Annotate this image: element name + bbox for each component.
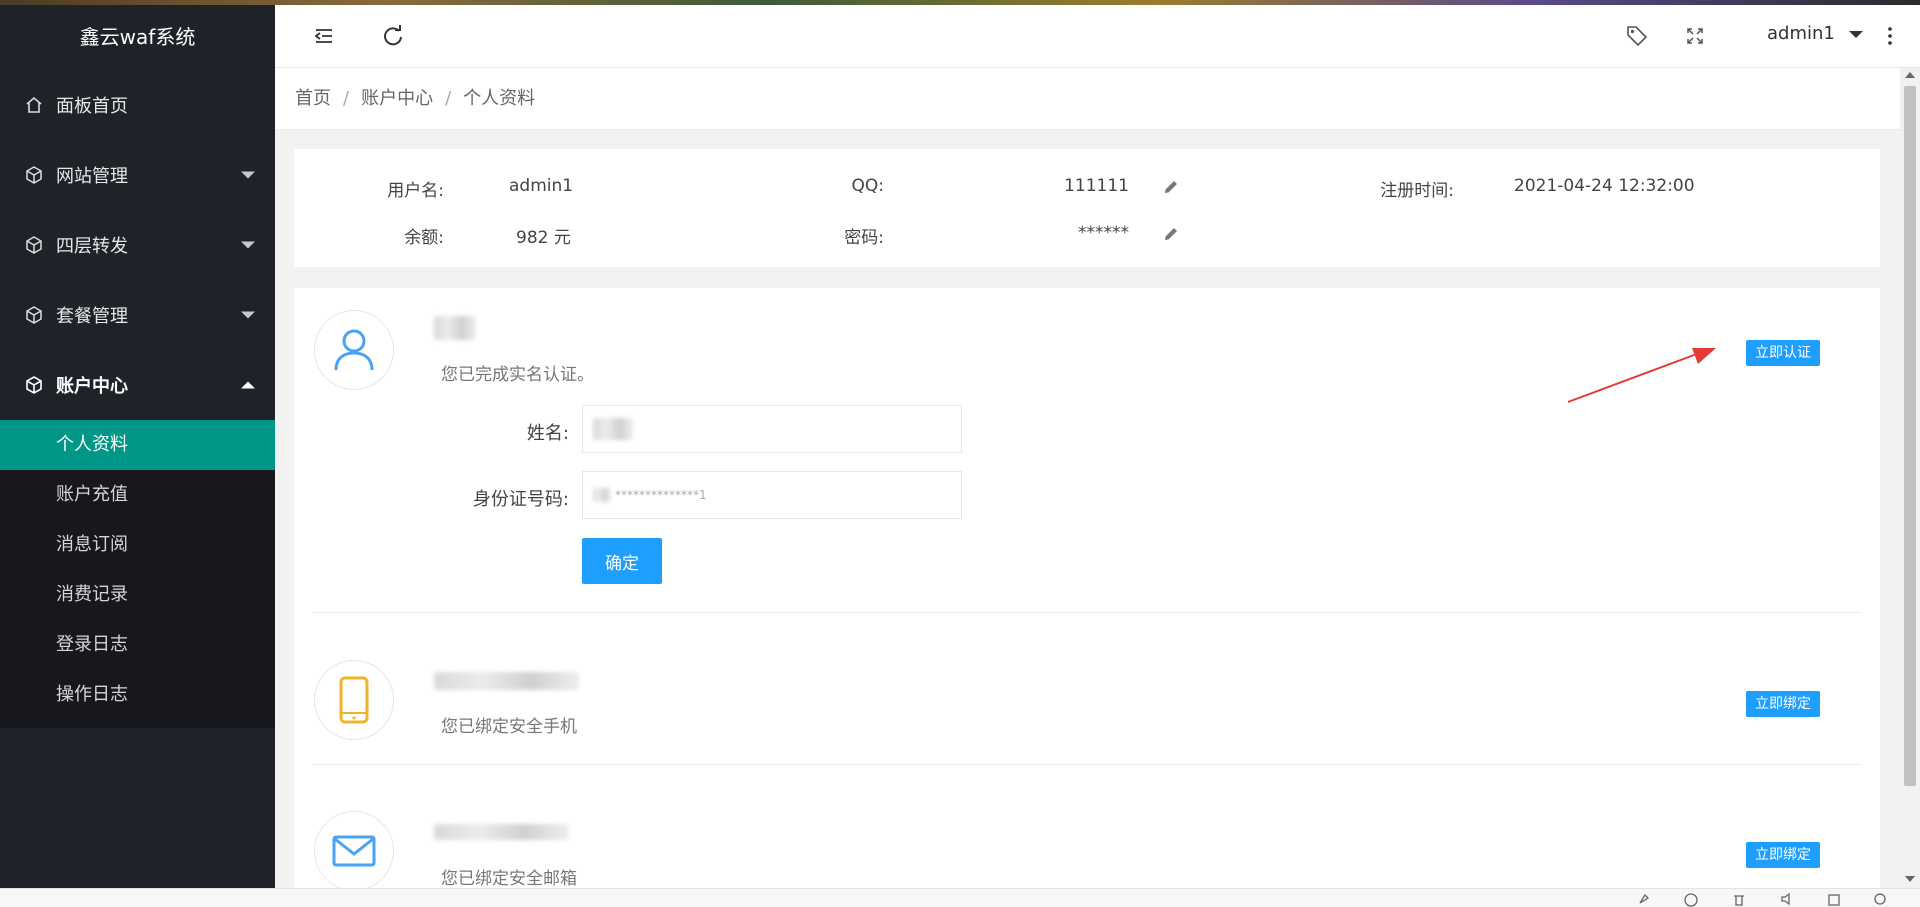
scroll-up-arrow[interactable] <box>1905 72 1915 78</box>
page-scrollbar[interactable] <box>1900 68 1920 888</box>
sidebar-item-label: 面板首页 <box>56 96 128 117</box>
user-avatar <box>314 310 394 390</box>
phone-status-text: 您已绑定安全手机 <box>441 717 577 737</box>
register-time-label: 注册时间: <box>1380 181 1454 201</box>
browser-status-bar <box>0 888 1920 907</box>
bind-email-button[interactable]: 立即绑定 <box>1746 842 1820 868</box>
sidebar-subitem-operation-log[interactable]: 操作日志 <box>0 670 275 720</box>
username-value: admin1 <box>509 176 574 196</box>
redacted-email-address <box>434 824 569 840</box>
breadcrumb-current: 个人资料 <box>463 88 536 109</box>
sidebar-item-dashboard[interactable]: 面板首页 <box>0 70 275 140</box>
sidebar-item-website[interactable]: 网站管理 <box>0 140 275 210</box>
breadcrumb-separator: / <box>445 88 452 109</box>
redacted-id-prefix <box>593 488 611 502</box>
sidebar-subitem-login-log[interactable]: 登录日志 <box>0 620 275 670</box>
breadcrumb-home[interactable]: 首页 <box>295 88 331 109</box>
chevron-down-icon <box>1848 30 1863 38</box>
app-logo: 鑫云waf系统 <box>0 0 275 70</box>
bind-phone-button[interactable]: 立即绑定 <box>1746 691 1820 717</box>
window-icon[interactable] <box>1826 891 1842 907</box>
email-avatar <box>314 811 394 888</box>
sidebar-item-label: 账户中心 <box>56 376 128 397</box>
sidebar-item-account[interactable]: 账户中心 <box>0 350 275 420</box>
section-divider <box>313 612 1861 613</box>
fullscreen-icon[interactable] <box>1680 21 1710 51</box>
redacted-name-value <box>593 418 633 440</box>
sidebar-item-label: 四层转发 <box>56 236 128 257</box>
qq-field-label: QQ: <box>851 176 885 196</box>
speed-icon[interactable] <box>1683 891 1699 907</box>
speaker-icon[interactable] <box>1779 891 1795 907</box>
account-submenu: 个人资料 账户充值 消息订阅 消费记录 登录日志 操作日志 <box>0 420 275 728</box>
edit-qq-icon[interactable] <box>1162 178 1180 196</box>
password-field-label: 密码: <box>844 228 884 248</box>
section-divider <box>313 764 1861 765</box>
breadcrumb-separator: / <box>343 88 350 109</box>
qq-value: 111111 <box>1064 176 1129 196</box>
menu-fold-icon[interactable] <box>309 21 339 51</box>
breadcrumb: 首页 / 账户中心 / 个人资料 <box>275 68 1900 130</box>
home-icon <box>26 96 42 113</box>
chevron-down-icon <box>241 311 255 319</box>
register-time-value: 2021-04-24 12:32:00 <box>1514 176 1695 196</box>
sidebar-item-l4-forward[interactable]: 四层转发 <box>0 210 275 280</box>
name-field-label: 姓名: <box>526 423 569 444</box>
security-card: 您已完成实名认证。 立即认证 姓名: 身份证号码: **************… <box>294 288 1880 888</box>
id-number-field-label: 身份证号码: <box>472 489 569 510</box>
email-status-text: 您已绑定安全邮箱 <box>441 869 577 888</box>
redacted-real-name <box>434 316 476 340</box>
balance-field-label: 余额: <box>404 228 444 248</box>
sidebar: 鑫云waf系统 面板首页 网站管理 四层转发 套餐管理 账户中心 个人资料 账户… <box>0 0 275 906</box>
password-value: ****** <box>1078 223 1129 243</box>
more-vertical-icon[interactable] <box>1875 21 1905 51</box>
id-number-masked: **************1 <box>615 488 707 502</box>
main-content: 首页 / 账户中心 / 个人资料 用户名: admin1 QQ: 111111 注册时间… <box>275 68 1900 888</box>
phone-icon <box>339 676 369 724</box>
name-input[interactable] <box>582 405 962 453</box>
sidebar-subitem-profile[interactable]: 个人资料 <box>0 420 275 470</box>
top-header: admin1 <box>275 5 1920 68</box>
email-icon <box>332 835 376 867</box>
redacted-phone-number <box>434 672 579 690</box>
cube-icon <box>26 236 42 254</box>
tag-icon[interactable] <box>1622 21 1652 51</box>
sidebar-item-label: 套餐管理 <box>56 306 128 327</box>
sidebar-subitem-subscription[interactable]: 消息订阅 <box>0 520 275 570</box>
rocket-icon[interactable] <box>1636 891 1652 907</box>
chevron-down-icon <box>241 171 255 179</box>
cube-icon <box>26 166 42 184</box>
annotation-arrow <box>1567 348 1716 403</box>
trash-icon[interactable] <box>1731 891 1747 907</box>
phone-avatar <box>314 660 394 740</box>
user-icon <box>334 329 374 371</box>
sidebar-item-package[interactable]: 套餐管理 <box>0 280 275 350</box>
sidebar-subitem-recharge[interactable]: 账户充值 <box>0 470 275 520</box>
balance-value: 982 元 <box>516 228 571 248</box>
scroll-down-arrow[interactable] <box>1905 876 1915 882</box>
chevron-down-icon <box>241 241 255 249</box>
confirm-button[interactable]: 确定 <box>582 538 662 584</box>
verify-status-text: 您已完成实名认证。 <box>441 365 594 385</box>
cube-icon <box>26 376 42 394</box>
edit-password-icon[interactable] <box>1162 225 1180 243</box>
search-icon[interactable] <box>1873 891 1889 907</box>
scroll-thumb[interactable] <box>1904 86 1916 786</box>
sidebar-item-label: 网站管理 <box>56 166 128 187</box>
refresh-icon[interactable] <box>378 21 408 51</box>
verify-now-button[interactable]: 立即认证 <box>1746 340 1820 366</box>
account-info-card: 用户名: admin1 QQ: 111111 注册时间: 2021-04-24 … <box>294 149 1880 267</box>
sidebar-subitem-billing[interactable]: 消费记录 <box>0 570 275 620</box>
username-label: admin1 <box>1767 23 1835 44</box>
username-field-label: 用户名: <box>387 181 444 201</box>
browser-top-stripe <box>0 0 1920 5</box>
user-menu[interactable]: admin1 <box>1767 23 1863 44</box>
id-number-input[interactable]: **************1 <box>582 471 962 519</box>
cube-icon <box>26 306 42 324</box>
chevron-up-icon <box>241 381 255 389</box>
breadcrumb-parent[interactable]: 账户中心 <box>361 88 433 109</box>
